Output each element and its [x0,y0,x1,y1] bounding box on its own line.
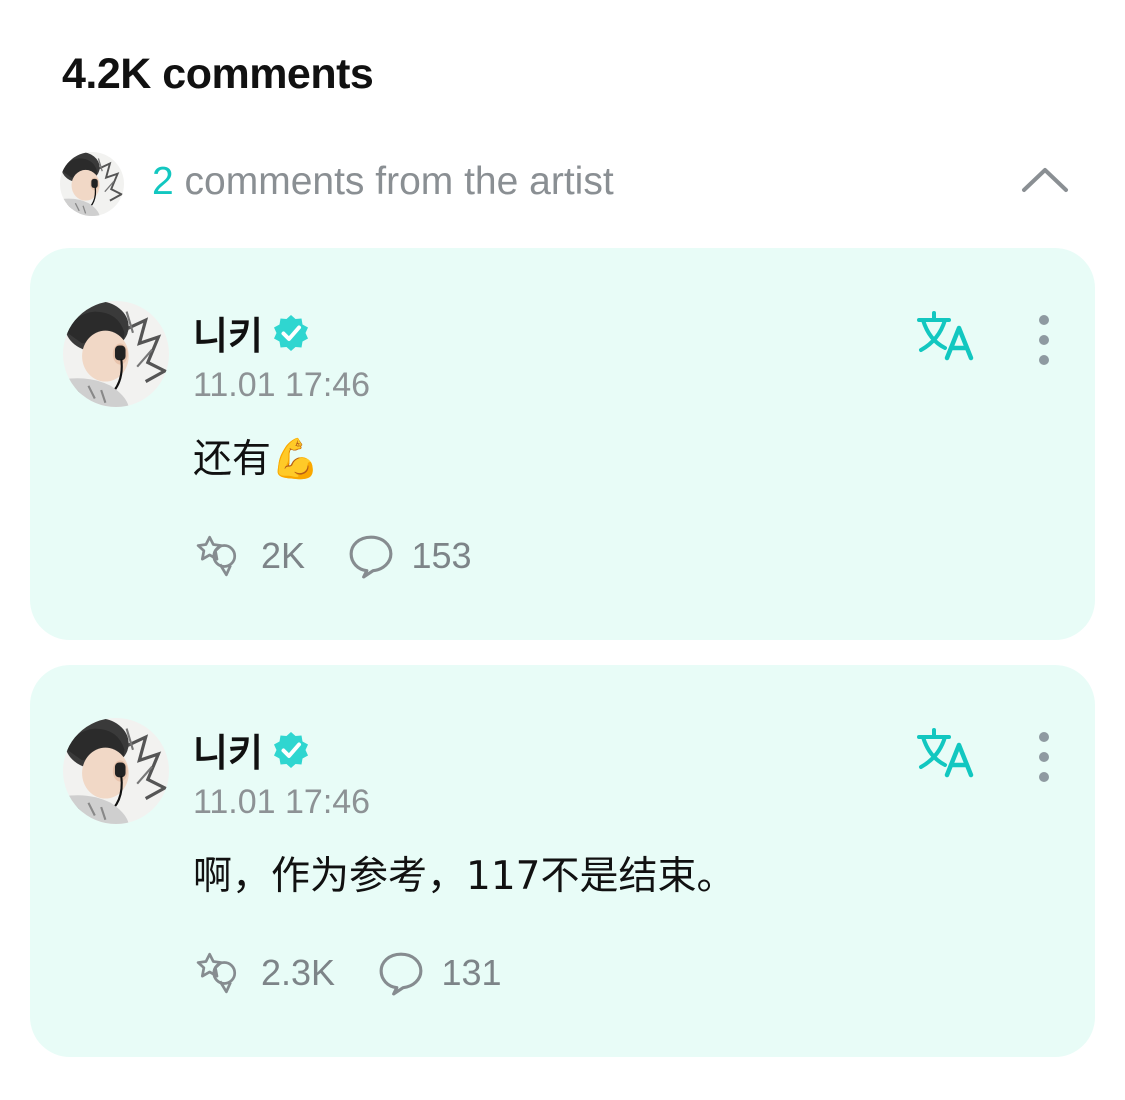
artist-avatar [60,152,124,216]
chevron-up-icon [1022,167,1068,192]
comment-actions: 2K 153 [193,533,510,583]
like-count: 2.3K [261,952,336,993]
like-button[interactable]: 2K [193,533,305,579]
reply-bubble-icon [349,535,392,579]
reply-count: 131 [441,952,502,993]
more-vertical-icon [1039,315,1049,365]
translate-icon [917,311,974,361]
like-icon [196,952,237,994]
artist-comments-summary[interactable]: 2 comments from the artist [152,160,614,204]
like-button[interactable]: 2.3K [193,950,335,996]
comment-text: 啊，作为参考，117不是结束。 [193,854,736,899]
avatar[interactable] [63,301,169,407]
timestamp: 11.01 17:46 [193,783,371,821]
reply-button[interactable]: 153 [348,533,472,579]
translate-button[interactable] [915,310,977,362]
author-name[interactable]: 니키 [193,731,263,775]
timestamp: 11.01 17:46 [193,366,371,404]
more-options-button[interactable] [1029,729,1059,785]
comment-text: 还有💪 [193,437,320,482]
artist-comments-label: comments from the artist [173,160,614,203]
comment-actions: 2.3K 131 [193,950,540,1000]
translate-button[interactable] [915,727,977,779]
artist-comments-toggle[interactable]: 2 comments from the artist [60,150,1070,216]
like-icon [196,535,237,577]
author-row: 니키 [193,722,311,775]
translate-icon [917,728,974,778]
more-options-button[interactable] [1029,312,1059,368]
comment-count-title: 4.2K comments [62,50,374,98]
reply-count: 153 [411,535,472,576]
author-name[interactable]: 니키 [193,314,263,358]
verified-badge-icon [274,314,309,351]
avatar[interactable] [63,718,169,824]
artist-comment-card: 니키 11.01 17:46 还有💪 2K 153 [30,248,1095,640]
more-vertical-icon [1039,732,1049,782]
reply-button[interactable]: 131 [378,950,502,996]
collapse-button[interactable] [1020,160,1070,200]
like-count: 2K [261,535,306,576]
author-row: 니키 [193,305,311,358]
verified-badge-icon [274,731,309,768]
artist-comment-count: 2 [152,160,174,203]
artist-comment-card: 니키 11.01 17:46 啊，作为参考，117不是结束。 2.3K 131 [30,665,1095,1057]
reply-bubble-icon [379,952,422,996]
